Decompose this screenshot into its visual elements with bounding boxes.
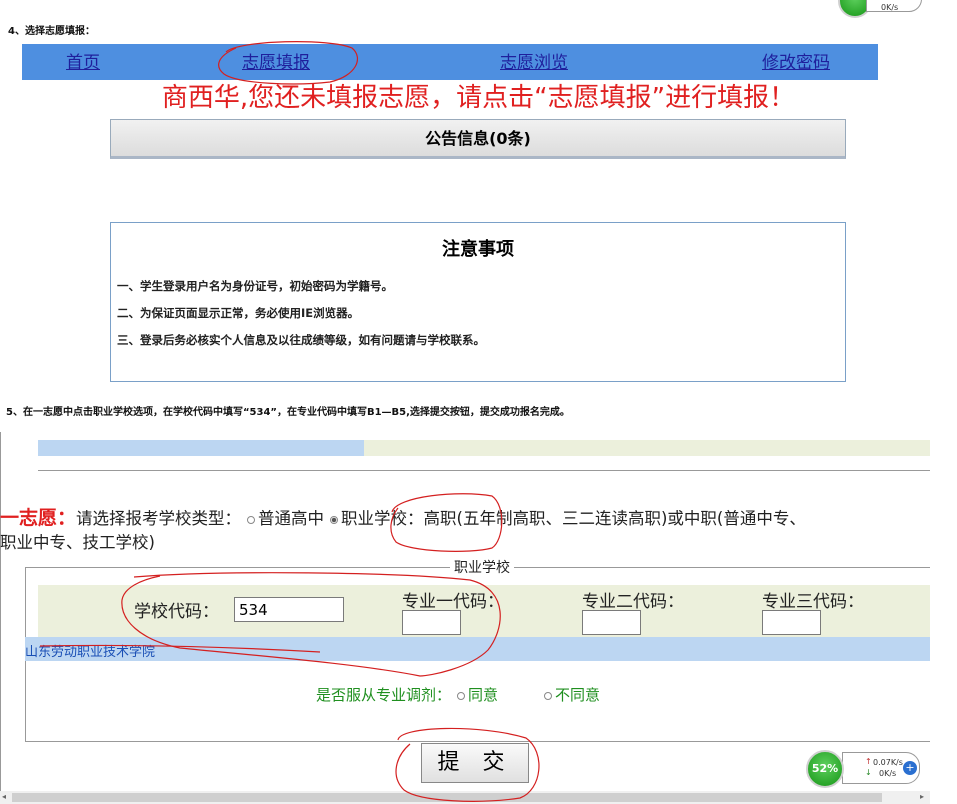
download-speed-top: 0K/s — [881, 3, 899, 12]
nav-bar: 首页 志愿填报 志愿浏览 修改密码 — [22, 44, 878, 80]
top-strip-beige — [364, 440, 930, 456]
caution-box: 注意事项 一、学生登录用户名为身份证号，初始密码为学籍号。 二、为保证页面显示正… — [110, 222, 846, 382]
major2-input[interactable] — [582, 610, 641, 635]
nav-fill-link[interactable]: 志愿填报 — [242, 48, 310, 73]
fieldset-legend: 职业学校 — [450, 557, 514, 577]
school-code-label: 学校代码： — [134, 602, 219, 622]
major2-label: 专业二代码： — [582, 592, 684, 612]
scroll-left-arrow-icon[interactable]: ◂ — [2, 792, 6, 801]
school-type-prompt: 请选择报考学校类型： — [76, 509, 242, 528]
separator-line — [38, 470, 930, 471]
upload-speed: 0.07K/s — [873, 758, 903, 767]
disagree-label: 不同意 — [555, 686, 601, 704]
scrollbar-thumb[interactable] — [12, 793, 882, 802]
nav-home-link[interactable]: 首页 — [66, 48, 100, 73]
upload-arrow-icon: ↑ — [865, 757, 872, 766]
major1-input[interactable] — [402, 610, 461, 635]
vocational-description-2: 职业中专、技工学校) — [0, 533, 155, 552]
submit-button[interactable]: 提 交 — [421, 743, 529, 783]
nav-browse-link[interactable]: 志愿浏览 — [500, 48, 568, 73]
download-speed: 0K/s — [879, 769, 897, 778]
school-name: 山东劳动职业技术学院 — [25, 645, 156, 660]
school-code-input[interactable] — [234, 597, 344, 622]
scroll-right-arrow-icon[interactable]: ▸ — [920, 792, 924, 801]
adjust-label: 是否服从专业调剂： — [316, 686, 452, 704]
first-choice-label: 一志愿： — [0, 507, 77, 529]
speed-ball-bottom: 52% — [806, 750, 844, 788]
plus-icon[interactable]: + — [903, 761, 917, 775]
top-strip-blue — [38, 440, 364, 456]
speed-panel-bottom: ↑ 0.07K/s ↓ 0K/s + — [842, 752, 920, 784]
caution-line-2: 二、为保证页面显示正常，务必使用IE浏览器。 — [117, 306, 360, 320]
radio-agree[interactable] — [457, 691, 466, 700]
radio-general[interactable] — [247, 515, 256, 524]
download-arrow-icon: ↓ — [865, 768, 872, 777]
code-row: 学校代码： 专业一代码： 专业二代码： 专业三代码： — [38, 585, 930, 637]
major1-label: 专业一代码： — [402, 592, 504, 612]
school-name-row: 山东劳动职业技术学院 — [25, 637, 930, 661]
radio-vocational[interactable] — [330, 515, 339, 524]
caution-line-1: 一、学生登录用户名为身份证号，初始密码为学籍号。 — [117, 279, 393, 293]
caution-line-3: 三、登录后务必核实个人信息及以往成绩等级，如有问题请与学校联系。 — [117, 333, 485, 347]
adjust-row: 是否服从专业调剂： 同意 不同意 — [316, 684, 600, 705]
speed-panel-top: 0K/s — [866, 0, 922, 12]
notice-header: 公告信息(0条) — [110, 119, 846, 159]
option-vocational-label: 职业学校： — [341, 509, 424, 528]
nav-password-link[interactable]: 修改密码 — [762, 48, 830, 73]
step4-instruction: 4、选择志愿填报： — [8, 26, 95, 37]
major3-label: 专业三代码： — [762, 592, 864, 612]
vocational-description: 高职(五年制高职、三二连读高职)或中职(普通中专、 — [423, 509, 806, 528]
option-general-label: 普通高中 — [258, 509, 325, 528]
radio-disagree[interactable] — [544, 691, 553, 700]
step5-instruction: 5、在一志愿中点击职业学校选项，在学校代码中填写“534”，在专业代码中填写B1… — [6, 407, 570, 418]
school-type-row: 一志愿：请选择报考学校类型： 普通高中 职业学校：高职(五年制高职、三二连读高职)或… — [0, 503, 806, 530]
warning-message: 商西华,您还未填报志愿，请点击“志愿填报”进行填报！ — [161, 83, 796, 113]
major3-input[interactable] — [762, 610, 821, 635]
agree-label: 同意 — [468, 686, 499, 704]
caution-title: 注意事项 — [442, 239, 514, 260]
